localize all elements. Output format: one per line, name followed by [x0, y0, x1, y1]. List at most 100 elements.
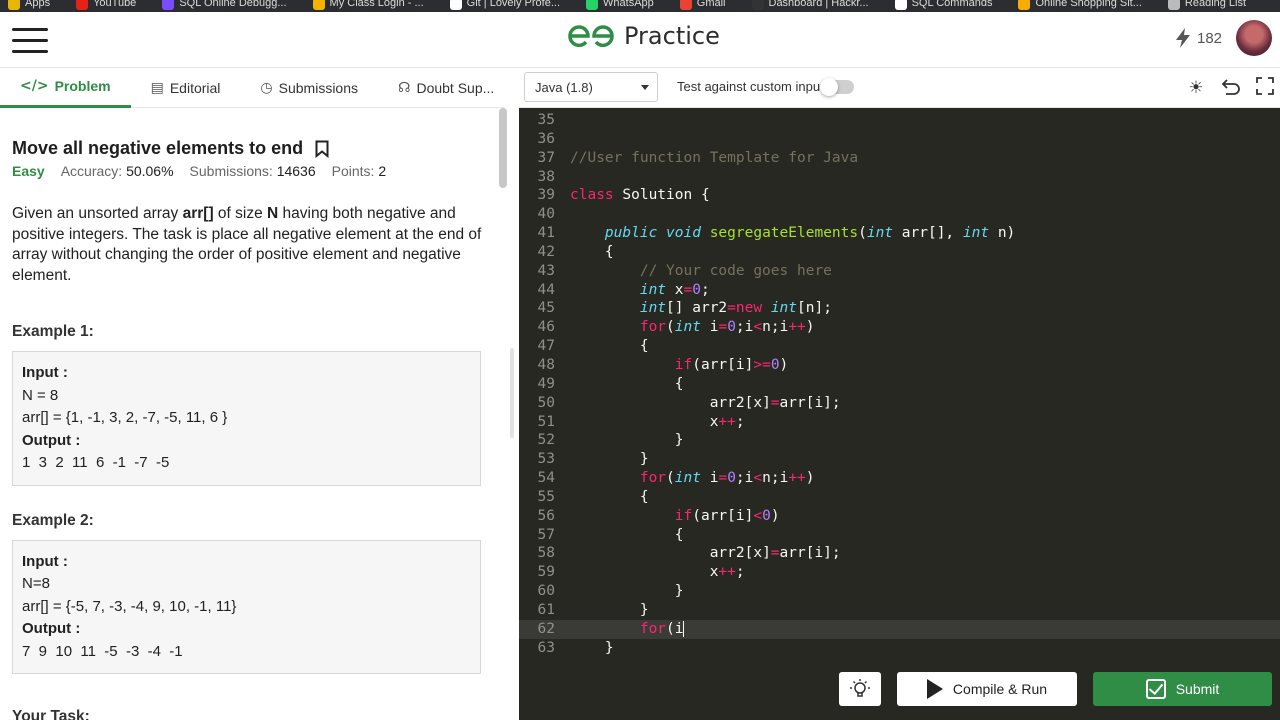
problem-description: Given an unsorted array arr[] of size N …: [12, 204, 488, 286]
code-icon: </>: [20, 78, 49, 94]
bookmark-item[interactable]: Dashboard | Hackr...: [751, 0, 869, 12]
code-line: 39 class Solution {: [519, 186, 1280, 205]
submit-button[interactable]: Submit: [1093, 672, 1272, 706]
tab-submissions[interactable]: ◷ Submissions: [240, 68, 378, 108]
code-keyword: class: [570, 187, 614, 204]
bookmark-item[interactable]: SQL Online Debugg...: [162, 0, 287, 12]
bookmark-item[interactable]: WhatsApp: [586, 0, 654, 12]
code-token: arr2[x]: [709, 394, 771, 411]
code-line: 38: [519, 168, 1280, 187]
code-token: ;: [735, 413, 745, 430]
bookmark-item[interactable]: Apps: [8, 0, 50, 12]
streak-counter[interactable]: 182: [1175, 28, 1222, 48]
line-number: 39: [537, 187, 555, 204]
code-function: segregateElements: [709, 225, 859, 242]
code-number: 0: [727, 319, 736, 336]
bookmark-label: Reading List: [1184, 0, 1247, 9]
code-text: for(int i=0;i<n;i++): [570, 469, 815, 488]
desc-part-2: of size: [213, 205, 268, 222]
theme-sun-icon[interactable]: ☀: [1185, 77, 1207, 99]
line-number: 51: [537, 413, 555, 430]
code-text: for(int i=0;i<n;i++): [570, 318, 815, 337]
line-number: 56: [537, 507, 555, 524]
bookmark-item[interactable]: YouTube: [76, 0, 136, 12]
bookmark-favicon-icon: [76, 0, 89, 10]
bookmark-label: Gmail: [696, 0, 726, 9]
line-number: 41: [537, 225, 555, 242]
code-text: arr2[x]=arr[i];: [570, 544, 841, 563]
problem-scrollbar[interactable]: [499, 108, 507, 188]
tab-doubt-support[interactable]: ☊ Doubt Sup...: [378, 68, 514, 108]
code-text: {: [570, 488, 649, 507]
code-token: i: [700, 319, 719, 336]
reset-code-icon[interactable]: [1220, 77, 1242, 99]
gfg-logo[interactable]: Practice: [566, 22, 720, 50]
code-line: 46 for(int i=0;i<n;i++): [519, 318, 1280, 337]
code-operator: =: [727, 300, 736, 317]
code-text: // Your code goes here: [570, 262, 832, 281]
code-token: ;: [735, 564, 745, 581]
code-text: {: [570, 375, 684, 394]
code-line: 43 // Your code goes here: [519, 262, 1280, 281]
bookmark-item[interactable]: My Class Login - ...: [312, 0, 424, 12]
code-token: (i: [666, 620, 684, 637]
code-operator: ++: [788, 319, 806, 336]
code-text: }: [570, 582, 684, 601]
code-token: i: [700, 470, 719, 487]
bookmark-label: Online Shopping Sit...: [1035, 0, 1142, 9]
custom-input-toggle[interactable]: [820, 78, 854, 96]
chevron-down-icon: [641, 85, 649, 90]
compile-run-button[interactable]: Compile & Run: [897, 672, 1077, 706]
line-number: 62: [537, 620, 555, 637]
tab-problem[interactable]: </> Problem: [0, 68, 131, 108]
code-token: arr2[x]: [709, 545, 771, 562]
code-token: ): [770, 507, 780, 524]
code-editor[interactable]: 35 36 37 //User function Template for Jav…: [519, 108, 1280, 665]
code-number: 0: [727, 470, 736, 487]
code-text: }: [570, 431, 684, 450]
bookmark-label: Apps: [25, 0, 51, 9]
submissions-stat: Submissions: 14636: [190, 163, 316, 179]
example-1-output-label: Output :: [22, 431, 81, 449]
language-select[interactable]: Java (1.8): [524, 72, 658, 102]
code-token: }: [674, 432, 684, 449]
code-line: 37 //User function Template for Java: [519, 149, 1280, 168]
bookmark-favicon-icon: [449, 0, 462, 10]
code-text: x++;: [570, 413, 745, 432]
code-type: int: [674, 319, 701, 336]
panel-resize-handle[interactable]: [510, 348, 514, 438]
bookmark-item[interactable]: Git | Lovely Profe...: [449, 0, 560, 12]
hint-button[interactable]: [839, 672, 881, 706]
desc-n: N: [267, 205, 279, 222]
bookmark-item[interactable]: Reading List: [1167, 0, 1247, 12]
code-token: ;: [700, 281, 710, 298]
example-2-input-label: Input :: [22, 552, 68, 570]
code-line: 47 {: [519, 337, 1280, 356]
code-text: x++;: [570, 563, 745, 582]
tab-editorial[interactable]: ▤ Editorial: [131, 68, 241, 108]
code-token: arr[],: [893, 225, 963, 242]
code-token: {: [674, 375, 684, 392]
code-token: arr[i];: [779, 545, 841, 562]
line-number: 48: [537, 356, 555, 373]
example-2-output-label: Output :: [22, 620, 81, 637]
user-avatar[interactable]: [1236, 20, 1272, 56]
problem-title-row: Move all negative elements to end: [12, 138, 488, 159]
code-operator: ++: [718, 413, 736, 430]
code-line: 53 }: [519, 450, 1280, 469]
line-number: 46: [537, 319, 555, 336]
bookmark-item[interactable]: Online Shopping Sit...: [1018, 0, 1142, 12]
code-text: class Solution {: [570, 186, 710, 205]
code-type: int: [866, 225, 894, 242]
bookmark-icon[interactable]: [315, 140, 329, 158]
line-number: 55: [537, 488, 555, 505]
bookmark-item[interactable]: SQL Commands: [894, 0, 992, 12]
line-number: 60: [537, 583, 555, 600]
hamburger-menu-icon[interactable]: [12, 28, 48, 54]
site-header: Practice 182: [0, 12, 1280, 68]
bookmark-item[interactable]: Gmail: [679, 0, 726, 12]
line-number: 38: [537, 168, 555, 185]
example-1-heading: Example 1:: [12, 323, 94, 340]
fullscreen-icon[interactable]: [1254, 77, 1276, 99]
line-number: 52: [537, 432, 555, 449]
